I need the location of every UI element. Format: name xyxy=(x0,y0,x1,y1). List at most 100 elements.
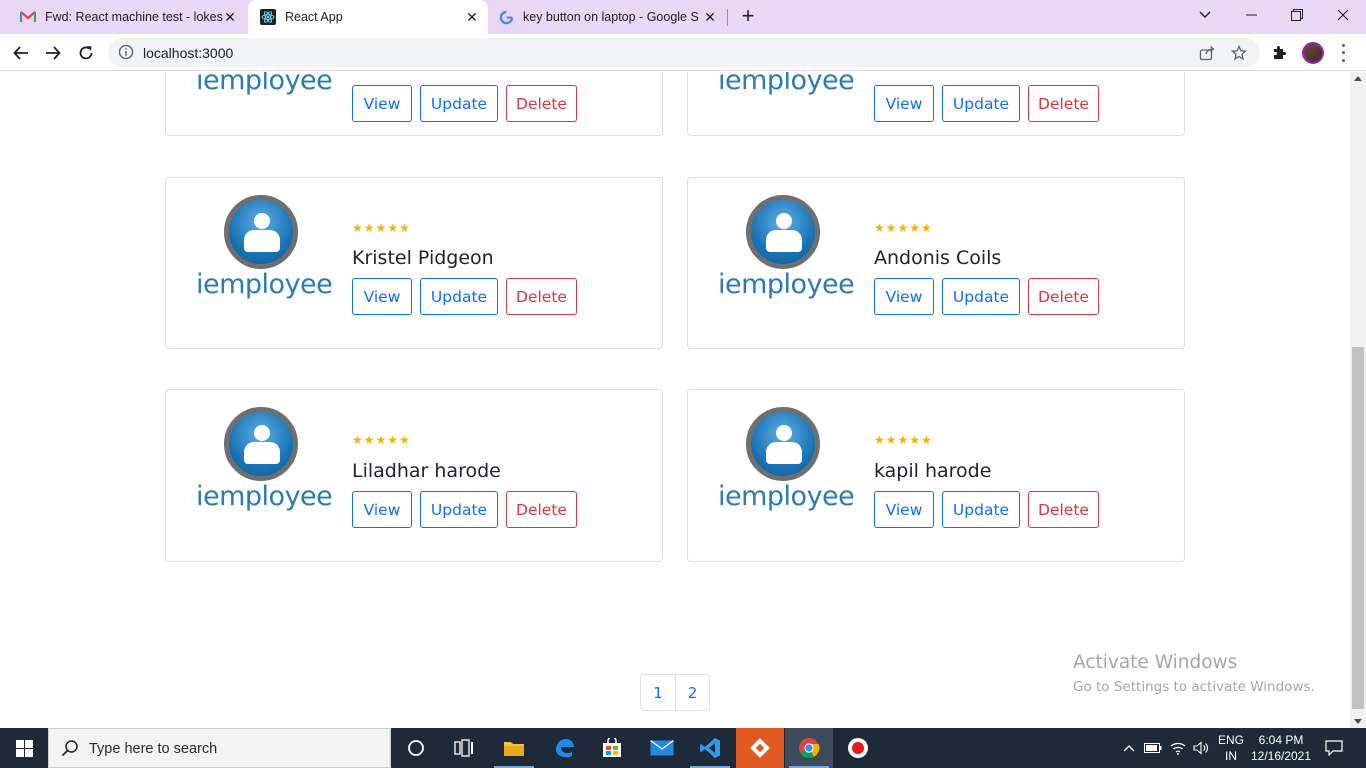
file-explorer-icon[interactable] xyxy=(490,728,538,768)
iemployee-logo: iemployee xyxy=(196,407,333,527)
notifications-icon[interactable] xyxy=(1318,728,1350,768)
watermark-subtitle: Go to Settings to activate Windows. xyxy=(1073,679,1315,695)
view-button[interactable]: View xyxy=(874,85,934,122)
page-link-1[interactable]: 1 xyxy=(641,675,675,710)
rating-stars: ★★★★★ xyxy=(352,433,411,447)
browser-toolbar: localhost:3000 xyxy=(0,34,1366,71)
employee-card: iemployee ★★★★★ kapil harode View Update… xyxy=(687,389,1185,562)
view-button[interactable]: View xyxy=(874,491,934,528)
vscode-icon[interactable] xyxy=(686,728,734,768)
site-info-icon[interactable] xyxy=(118,44,134,65)
restore-button[interactable] xyxy=(1274,0,1320,30)
browser-tab-strip: Fwd: React machine test - lokesh ✕ React… xyxy=(0,0,1366,34)
employee-name: Andonis Coils xyxy=(874,247,1002,269)
view-button[interactable]: View xyxy=(352,85,412,122)
update-button[interactable]: Update xyxy=(942,278,1020,315)
react-icon xyxy=(260,9,276,25)
profile-avatar[interactable] xyxy=(1302,42,1324,64)
back-button[interactable] xyxy=(8,40,34,66)
employee-name: kapil harode xyxy=(874,460,992,482)
battery-icon[interactable] xyxy=(1142,728,1164,768)
view-button[interactable]: View xyxy=(352,278,412,315)
windows-taskbar: Type here to search ENG IN 6:04 PM 12/16… xyxy=(0,728,1366,768)
edge-browser-icon[interactable] xyxy=(540,728,588,768)
iemployee-logo: iemployee xyxy=(718,195,855,315)
scroll-up-icon[interactable] xyxy=(1354,76,1362,81)
employee-card: iemployee ★★★★★ Liladhar harode View Upd… xyxy=(165,389,663,562)
pagination: 1 2 xyxy=(640,674,710,711)
volume-icon[interactable] xyxy=(1190,728,1212,768)
gmail-icon xyxy=(20,9,36,25)
iemployee-logo: iemployee xyxy=(718,407,855,527)
tab-title: key button on laptop - Google Se xyxy=(523,10,699,24)
share-icon[interactable] xyxy=(1198,44,1216,62)
employee-card: iemployee View Update Delete xyxy=(165,72,663,136)
update-button[interactable]: Update xyxy=(942,491,1020,528)
clock-date: 12/16/2021 xyxy=(1250,749,1312,763)
taskbar-search-box[interactable]: Type here to search xyxy=(48,728,391,768)
extensions-icon[interactable] xyxy=(1268,42,1290,64)
forward-button[interactable] xyxy=(40,40,66,66)
close-tab-icon[interactable]: ✕ xyxy=(702,9,718,25)
scroll-down-icon[interactable] xyxy=(1354,719,1362,724)
view-button[interactable]: View xyxy=(352,491,412,528)
update-button[interactable]: Update xyxy=(942,85,1020,122)
update-button[interactable]: Update xyxy=(420,85,498,122)
reload-button[interactable] xyxy=(73,40,99,66)
close-tab-icon[interactable]: ✕ xyxy=(222,9,238,25)
screen-recorder-icon[interactable] xyxy=(834,728,882,768)
tab-search-icon[interactable] xyxy=(1182,0,1228,30)
page-viewport: iemployee View Update Delete iemployee V… xyxy=(0,72,1350,728)
task-view-icon[interactable] xyxy=(440,728,488,768)
iemployee-logo: iemployee xyxy=(196,72,333,111)
browser-menu-icon[interactable] xyxy=(1338,42,1348,64)
tab-gmail[interactable]: Fwd: React machine test - lokesh ✕ xyxy=(8,0,246,34)
activate-windows-watermark: Activate Windows Go to Settings to activ… xyxy=(1073,652,1315,695)
employee-card: iemployee ★★★★★ Andonis Coils View Updat… xyxy=(687,177,1185,349)
anydesk-icon[interactable] xyxy=(736,728,784,768)
iemployee-logo: iemployee xyxy=(718,72,855,111)
search-icon xyxy=(61,739,79,762)
watermark-title: Activate Windows xyxy=(1073,652,1238,673)
delete-button[interactable]: Delete xyxy=(1028,278,1099,315)
new-tab-button[interactable]: + xyxy=(736,5,760,28)
delete-button[interactable]: Delete xyxy=(1028,85,1099,122)
wifi-icon[interactable] xyxy=(1166,728,1190,768)
delete-button[interactable]: Delete xyxy=(506,85,577,122)
close-tab-icon[interactable]: ✕ xyxy=(464,9,480,25)
google-icon xyxy=(498,9,514,25)
clock-time: 6:04 PM xyxy=(1258,733,1304,747)
delete-button[interactable]: Delete xyxy=(506,491,577,528)
taskbar-clock[interactable]: 6:04 PM 12/16/2021 xyxy=(1250,732,1312,764)
tab-separator xyxy=(727,9,728,26)
rating-stars: ★★★★★ xyxy=(352,221,411,235)
cortana-icon[interactable] xyxy=(392,728,440,768)
bookmark-star-icon[interactable] xyxy=(1230,44,1248,62)
employee-name: Kristel Pidgeon xyxy=(352,247,494,269)
windows-start-icon[interactable] xyxy=(0,728,48,768)
update-button[interactable]: Update xyxy=(420,491,498,528)
tab-title: React App xyxy=(285,10,343,24)
mail-icon[interactable] xyxy=(638,728,686,768)
employee-card: iemployee ★★★★★ Kristel Pidgeon View Upd… xyxy=(165,177,663,349)
tab-title: Fwd: React machine test - lokesh xyxy=(45,10,223,24)
address-bar[interactable]: localhost:3000 xyxy=(108,38,1260,67)
scrollbar-thumb[interactable] xyxy=(1352,347,1364,709)
microsoft-store-icon[interactable] xyxy=(588,728,636,768)
delete-button[interactable]: Delete xyxy=(1028,491,1099,528)
update-button[interactable]: Update xyxy=(420,278,498,315)
page-link-2[interactable]: 2 xyxy=(675,675,709,710)
rating-stars: ★★★★★ xyxy=(874,221,933,235)
chrome-icon[interactable] xyxy=(785,728,833,768)
employee-card: iemployee View Update Delete xyxy=(687,72,1185,136)
tab-react-app[interactable]: React App ✕ xyxy=(248,0,488,34)
show-hidden-icons-chevron-icon[interactable] xyxy=(1118,728,1140,768)
input-language-indicator[interactable]: ENG IN xyxy=(1216,732,1246,764)
rating-stars: ★★★★★ xyxy=(874,433,933,447)
page-scrollbar[interactable] xyxy=(1350,72,1366,728)
tab-google[interactable]: key button on laptop - Google Se ✕ xyxy=(488,0,726,34)
close-window-button[interactable] xyxy=(1320,0,1366,30)
view-button[interactable]: View xyxy=(874,278,934,315)
minimize-button[interactable] xyxy=(1228,0,1274,30)
delete-button[interactable]: Delete xyxy=(506,278,577,315)
